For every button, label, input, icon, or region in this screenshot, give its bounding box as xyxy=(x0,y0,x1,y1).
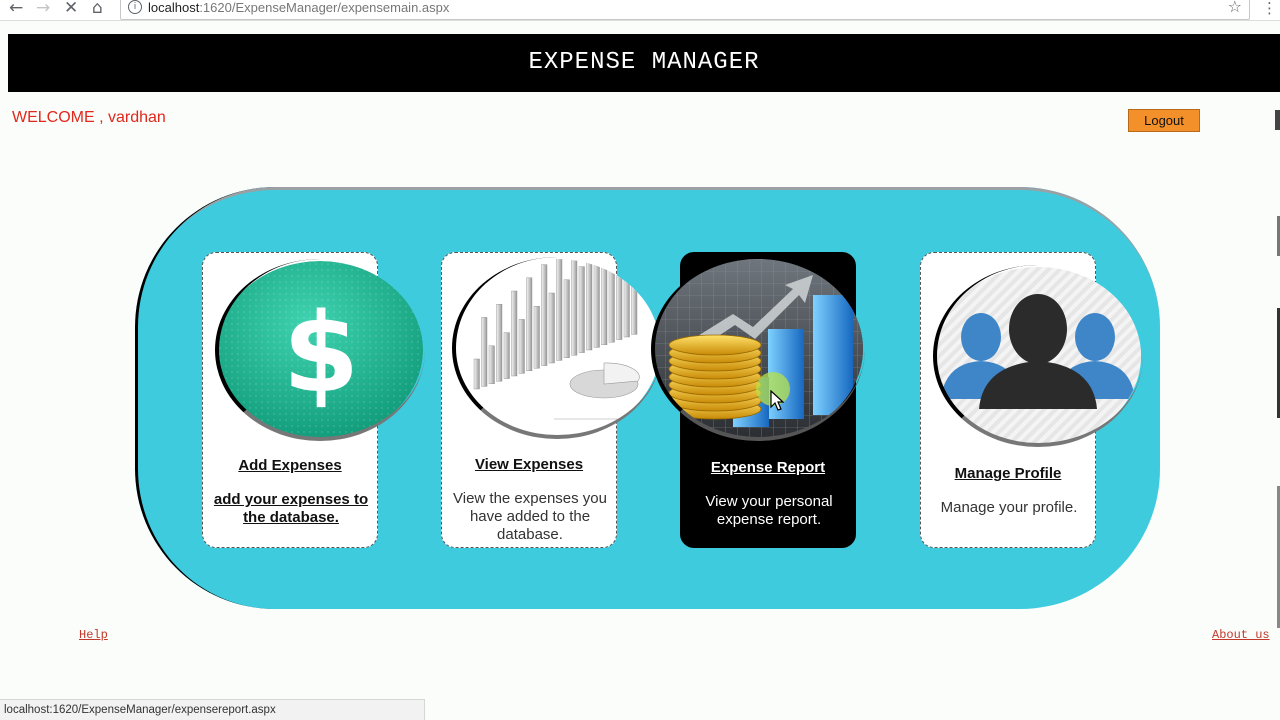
mouse-cursor-icon xyxy=(770,390,784,411)
decorative-bar xyxy=(586,259,593,351)
browser-toolbar: ← → ✕ ⌂ i localhost:1620/ExpenseManager/… xyxy=(0,0,1280,21)
logout-button[interactable]: Logout xyxy=(1128,109,1200,132)
page-title: EXPENSE MANAGER xyxy=(8,34,1280,92)
decorative-bar xyxy=(556,259,563,361)
decorative-bar xyxy=(548,292,555,364)
help-link[interactable]: Help xyxy=(79,628,108,642)
card-title-view-expenses[interactable]: View Expenses xyxy=(442,456,616,473)
decorative-bar xyxy=(473,358,480,390)
decorative-bar xyxy=(526,277,533,371)
bookmark-star-icon[interactable]: ☆ xyxy=(1228,0,1242,16)
card-desc-manage-profile: Manage your profile. xyxy=(940,499,1078,516)
status-bar-url: localhost:1620/ExpenseManager/expenserep… xyxy=(0,699,425,720)
card-expense-report[interactable]: Expense Report View your personal expens… xyxy=(651,252,865,548)
decorative-bar xyxy=(511,290,518,377)
stop-loading-icon[interactable]: ✕ xyxy=(64,0,78,18)
chart-icon[interactable] xyxy=(454,259,660,437)
decorative-bar xyxy=(601,259,608,345)
dollar-icon[interactable]: $ xyxy=(217,261,423,439)
decorative-bar xyxy=(608,259,615,343)
card-view-expenses[interactable]: View Expenses View the expenses you have… xyxy=(441,252,662,548)
decorative-bar xyxy=(571,259,578,356)
home-icon[interactable]: ⌂ xyxy=(92,0,103,18)
card-desc-view-expenses: View the expenses you have added to the … xyxy=(453,490,607,543)
decorative-bar xyxy=(533,306,540,369)
about-link[interactable]: About us xyxy=(1212,628,1270,642)
card-title-expense-report[interactable]: Expense Report xyxy=(681,459,855,476)
forward-icon[interactable]: → xyxy=(36,0,50,18)
decorative-bar xyxy=(578,266,585,353)
decorative-bar xyxy=(496,304,503,382)
decorative-bar xyxy=(518,319,525,374)
card-add-expenses[interactable]: $ Add Expenses add your expenses to the … xyxy=(202,252,425,548)
card-desc-add-expenses[interactable]: add your expenses to the database. xyxy=(207,491,375,527)
decorative-bar xyxy=(593,259,600,348)
users-icon[interactable] xyxy=(935,267,1141,445)
svg-text:$: $ xyxy=(283,289,360,417)
scroll-edge-artifact xyxy=(1275,110,1280,628)
welcome-text: WELCOME , vardhan xyxy=(12,109,166,126)
site-info-icon[interactable]: i xyxy=(128,0,142,14)
decorative-bar xyxy=(616,268,623,340)
decorative-bar xyxy=(488,345,495,385)
decorative-bar xyxy=(563,279,570,358)
back-icon[interactable]: ← xyxy=(9,0,23,18)
card-manage-profile[interactable]: Manage Profile Manage your profile. xyxy=(920,252,1143,548)
decorative-bar xyxy=(541,264,548,366)
address-bar[interactable]: i localhost:1620/ExpenseManager/expensem… xyxy=(120,0,1250,20)
browser-menu-icon[interactable]: ⋮ xyxy=(1262,0,1277,17)
coin xyxy=(668,334,762,356)
card-title-add-expenses[interactable]: Add Expenses xyxy=(203,457,377,474)
address-url[interactable]: localhost:1620/ExpenseManager/expensemai… xyxy=(148,0,449,15)
card-title-manage-profile[interactable]: Manage Profile xyxy=(921,465,1095,482)
decorative-bar xyxy=(503,332,510,379)
card-desc-expense-report: View your personal expense report. xyxy=(705,493,833,528)
report-icon[interactable] xyxy=(653,259,863,439)
decorative-bar xyxy=(481,317,488,387)
